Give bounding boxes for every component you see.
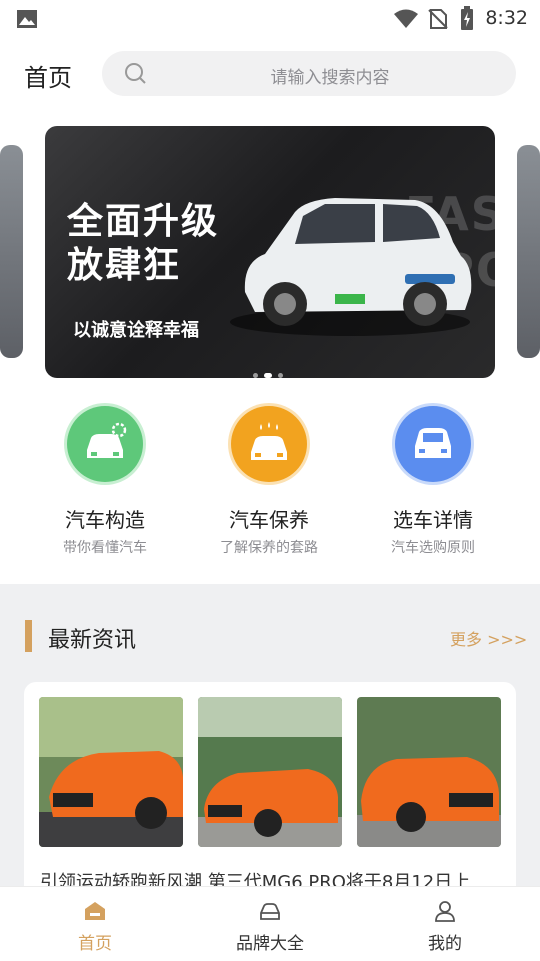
banner-headline: 全面升级 放肆狂	[67, 201, 220, 286]
banner-slide[interactable]: FASHION SPORT 全面升级 放肆狂 以诚意诠释幸福	[45, 126, 495, 378]
feature-title: 汽车保养	[229, 508, 309, 532]
search-input[interactable]: 请输入搜索内容	[102, 51, 516, 96]
page-title: 首页	[24, 64, 72, 92]
feature-desc: 汽车选购原则	[391, 540, 475, 556]
banner-subtitle: 以诚意诠释幸福	[73, 320, 199, 341]
news-section-title: 最新资讯	[48, 628, 137, 653]
tab-home[interactable]: 首页	[5, 887, 185, 961]
feature-car-selection[interactable]: 选车详情 汽车选购原则	[348, 406, 518, 557]
feature-car-maintenance[interactable]: 汽车保养 了解保养的套路	[184, 406, 354, 557]
banner-prev-peek[interactable]	[0, 145, 23, 358]
carousel-dot	[278, 373, 283, 378]
carousel-dot-active	[264, 373, 272, 378]
wifi-icon	[394, 9, 418, 28]
no-sim-icon	[428, 9, 448, 29]
tab-profile[interactable]: 我的	[355, 887, 535, 961]
bottom-tab-bar: 首页 品牌大全 我的	[0, 886, 540, 961]
feature-car-structure[interactable]: 汽车构造 带你看懂汽车	[20, 406, 190, 557]
more-link[interactable]: 更多 >>>	[450, 626, 527, 650]
status-time: 8:32	[485, 7, 528, 29]
tab-brands[interactable]: 品牌大全	[180, 887, 360, 961]
news-thumbnail	[39, 697, 183, 847]
home-icon	[85, 902, 105, 920]
news-card[interactable]: 引领运动轿跑新风潮 第三代MG6 PRO将于8月12日上	[24, 682, 516, 912]
carousel-indicator	[250, 363, 286, 378]
feature-desc: 了解保养的套路	[220, 540, 318, 556]
car-front-icon	[395, 406, 471, 482]
car-gear-icon	[67, 406, 143, 482]
battery-charging-icon	[461, 6, 473, 30]
tab-label: 我的	[428, 934, 462, 954]
feature-title: 选车详情	[393, 508, 473, 532]
feature-desc: 带你看懂汽车	[63, 540, 147, 556]
status-bar: 8:32	[0, 0, 540, 40]
news-thumbnail	[357, 697, 501, 847]
car-wash-icon	[231, 406, 307, 482]
tab-label: 首页	[78, 934, 112, 954]
banner-next-peek[interactable]	[517, 145, 540, 358]
user-icon	[435, 901, 455, 922]
section-accent-bar	[25, 620, 32, 652]
gallery-notification-icon	[17, 10, 37, 28]
news-thumbnail	[198, 697, 342, 847]
search-placeholder: 请输入搜索内容	[270, 68, 390, 88]
tab-label: 品牌大全	[236, 934, 304, 954]
feature-title: 汽车构造	[65, 508, 145, 532]
carousel-dot	[253, 373, 258, 378]
car-icon	[260, 903, 280, 920]
